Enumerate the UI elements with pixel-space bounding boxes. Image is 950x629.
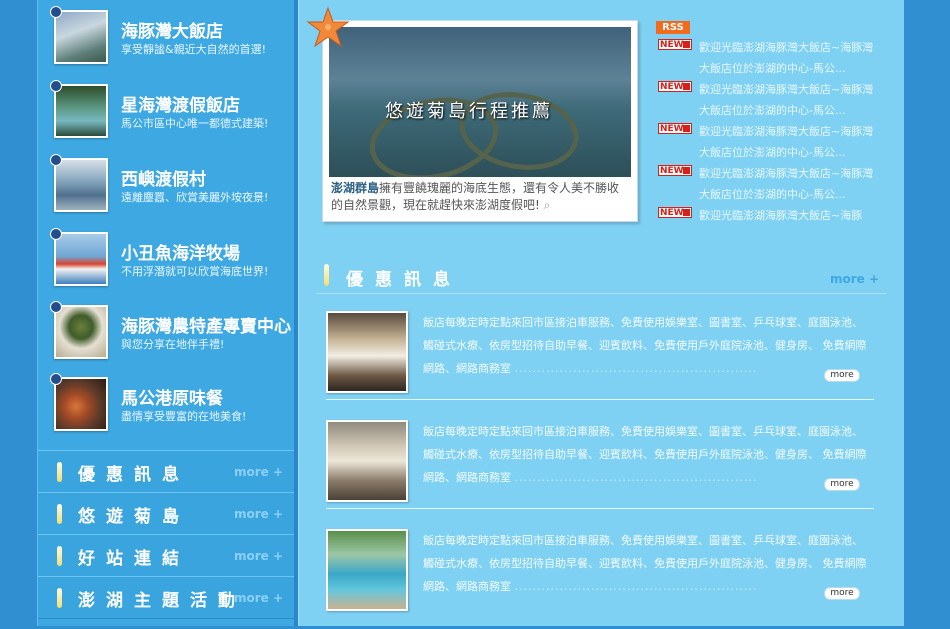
- news-text[interactable]: 歡迎光臨澎湖海豚灣大飯店~海豚灣大飯店位於澎湖的中心-馬公...: [699, 121, 877, 163]
- shop-photo-icon[interactable]: [54, 305, 108, 359]
- promo-text: 飯店每晚定時定點來回市區接泊車服務、免費使用娛樂室、圖書室、乒乓球室、庭園泳池、…: [423, 529, 873, 598]
- nav-bullet-icon: [57, 462, 62, 482]
- nav-item-links[interactable]: 好站連結 more +: [38, 534, 294, 577]
- promo-divider: [326, 399, 874, 400]
- nav-item-events[interactable]: 澎湖主題活動 more +: [38, 576, 294, 619]
- nav-bullet-icon: [57, 588, 62, 608]
- boat-photo-icon[interactable]: [54, 232, 108, 286]
- new-badge-icon: NEW: [658, 123, 692, 134]
- feature-subtitle: 盡情享受豐富的在地美食!: [121, 410, 247, 423]
- sidebar: 海豚灣大飯店 享受靜謐&親近大自然的首選! 星海灣渡假飯店 馬公市區中心唯一都德…: [37, 0, 295, 626]
- zoom-icon[interactable]: ⌕: [544, 198, 551, 212]
- news-item[interactable]: NEW 歡迎光臨澎湖海豚灣大飯店~海豚: [658, 205, 888, 227]
- feature-title[interactable]: 小丑魚海洋牧場: [121, 239, 240, 264]
- feature-title[interactable]: 星海灣渡假飯店: [121, 91, 240, 116]
- feature-caption: 悠遊菊島行程推薦: [385, 101, 553, 122]
- hotel-photo-icon[interactable]: [54, 10, 108, 64]
- promo-item[interactable]: 飯店每晚定時定點來回市區接泊車服務、免費使用娛樂室、圖書室、乒乓球室、庭園泳池、…: [326, 529, 876, 629]
- section-title: 優惠訊息: [346, 270, 462, 290]
- right-margin: [904, 0, 950, 626]
- nav-item-promotions[interactable]: 優惠訊息 more +: [38, 450, 294, 493]
- more-link[interactable]: more +: [234, 549, 283, 563]
- feature-subtitle: 享受靜謐&親近大自然的首選!: [121, 43, 266, 56]
- news-text[interactable]: 歡迎光臨澎湖海豚灣大飯店~海豚灣大飯店位於澎湖的中心-馬公...: [699, 79, 877, 121]
- nav-label[interactable]: 悠遊菊島: [78, 502, 190, 527]
- promo-divider: [326, 508, 874, 509]
- nav-bullet-icon: [57, 546, 62, 566]
- pin-icon: [50, 301, 62, 313]
- news-item[interactable]: NEW 歡迎光臨澎湖海豚灣大飯店~海豚灣大飯店位於澎湖的中心-馬公...: [658, 37, 888, 77]
- dot-leader: ........................................…: [514, 580, 758, 593]
- more-link[interactable]: more +: [234, 465, 283, 479]
- rss-badge[interactable]: RSS: [656, 21, 690, 34]
- resort-photo-icon[interactable]: [54, 158, 108, 212]
- dot-leader: ........................................…: [514, 362, 758, 375]
- dot-leader: ........................................…: [514, 471, 758, 484]
- feature-item-xiyu-resort[interactable]: 西嶼渡假村 遠離塵囂、欣賞美麗外垵夜景!: [50, 154, 294, 216]
- pin-icon: [50, 80, 62, 92]
- new-badge-icon: NEW: [658, 81, 692, 92]
- feature-subtitle: 遠離塵囂、欣賞美麗外垵夜景!: [121, 191, 269, 204]
- nav-label[interactable]: 優惠訊息: [78, 460, 190, 485]
- hotel-photo-icon[interactable]: [54, 84, 108, 138]
- section-divider: [316, 293, 886, 294]
- feature-subtitle: 不用浮潛就可以欣賞海底世界!: [121, 265, 269, 278]
- section-bullet-icon: [324, 264, 329, 286]
- feature-subtitle: 與您分享在地伴手禮!: [121, 338, 225, 351]
- promo-item[interactable]: 飯店每晚定時定點來回市區接泊車服務、免費使用娛樂室、圖書室、乒乓球室、庭園泳池、…: [326, 420, 876, 520]
- food-photo-icon[interactable]: [54, 377, 108, 431]
- pin-icon: [50, 6, 62, 18]
- promo-text: 飯店每晚定時定點來回市區接泊車服務、免費使用娛樂室、圖書室、乒乓球室、庭園泳池、…: [423, 420, 873, 489]
- news-text[interactable]: 歡迎光臨澎湖海豚灣大飯店~海豚灣大飯店位於澎湖的中心-馬公...: [699, 163, 877, 205]
- pin-icon: [50, 228, 62, 240]
- promo-text: 飯店每晚定時定點來回市區接泊車服務、免費使用娛樂室、圖書室、乒乓球室、庭園泳池、…: [423, 311, 873, 380]
- promo-more-button[interactable]: more: [824, 587, 860, 600]
- feature-item-clownfish-ranch[interactable]: 小丑魚海洋牧場 不用浮潛就可以欣賞海底世界!: [50, 228, 294, 290]
- feature-description: 澎湖群島擁有豐饒瑰麗的海底生態，還有令人美不勝收的自然景觀，現在就趕快來澎湖度假…: [331, 180, 631, 214]
- nav-label[interactable]: 好站連結: [78, 544, 190, 569]
- new-badge-icon: NEW: [658, 207, 692, 218]
- news-item[interactable]: NEW 歡迎光臨澎湖海豚灣大飯店~海豚灣大飯店位於澎湖的中心-馬公...: [658, 121, 888, 161]
- nav-item-travel[interactable]: 悠遊菊島 more +: [38, 492, 294, 535]
- feature-item-dolphin-bay-hotel[interactable]: 海豚灣大飯店 享受靜謐&親近大自然的首選!: [50, 6, 294, 68]
- news-item[interactable]: NEW 歡迎光臨澎湖海豚灣大飯店~海豚灣大飯店位於澎湖的中心-馬公...: [658, 163, 888, 203]
- feature-title[interactable]: 海豚灣大飯店: [121, 17, 223, 42]
- pin-icon: [50, 373, 62, 385]
- feature-description-highlight: 澎湖群島: [331, 181, 380, 195]
- promo-more-button[interactable]: more: [824, 478, 860, 491]
- more-link[interactable]: more +: [234, 507, 283, 521]
- room-photo-icon[interactable]: [326, 420, 408, 502]
- feature-title[interactable]: 馬公港原味餐: [121, 384, 223, 409]
- feature-photo[interactable]: 悠遊菊島行程推薦: [329, 27, 631, 177]
- section-more-link[interactable]: more +: [830, 272, 879, 286]
- feature-title[interactable]: 西嶼渡假村: [121, 165, 206, 190]
- pin-icon: [50, 154, 62, 166]
- nav-bullet-icon: [57, 504, 62, 524]
- starfish-icon: [306, 6, 350, 48]
- new-badge-icon: NEW: [658, 165, 692, 176]
- news-text[interactable]: 歡迎光臨澎湖海豚灣大飯店~海豚灣大飯店位於澎湖的中心-馬公...: [699, 37, 877, 79]
- news-text[interactable]: 歡迎光臨澎湖海豚灣大飯店~海豚: [699, 205, 877, 226]
- feature-title[interactable]: 海豚灣農特產專賣中心: [121, 312, 291, 337]
- feature-item-magong-cuisine[interactable]: 馬公港原味餐 盡情享受豐富的在地美食!: [50, 373, 294, 435]
- promo-item[interactable]: 飯店每晚定時定點來回市區接泊車服務、免費使用娛樂室、圖書室、乒乓球室、庭園泳池、…: [326, 311, 876, 411]
- more-link[interactable]: more +: [234, 591, 283, 605]
- nav-label[interactable]: 澎湖主題活動: [78, 586, 246, 611]
- pool-photo-icon[interactable]: [326, 529, 408, 611]
- feature-card[interactable]: 悠遊菊島行程推薦 澎湖群島擁有豐饒瑰麗的海底生態，還有令人美不勝收的自然景觀，現…: [322, 20, 638, 222]
- feature-subtitle: 馬公市區中心唯一都德式建築!: [121, 117, 269, 130]
- news-item[interactable]: NEW 歡迎光臨澎湖海豚灣大飯店~海豚灣大飯店位於澎湖的中心-馬公...: [658, 79, 888, 119]
- new-badge-icon: NEW: [658, 39, 692, 50]
- room-photo-icon[interactable]: [326, 311, 408, 393]
- page: 海豚灣大飯店 享受靜謐&親近大自然的首選! 星海灣渡假飯店 馬公市區中心唯一都德…: [0, 0, 950, 626]
- feature-item-star-bay-hotel[interactable]: 星海灣渡假飯店 馬公市區中心唯一都德式建築!: [50, 80, 294, 142]
- promo-more-button[interactable]: more: [824, 369, 860, 382]
- feature-item-specialty-shop[interactable]: 海豚灣農特產專賣中心 與您分享在地伴手禮!: [50, 301, 294, 363]
